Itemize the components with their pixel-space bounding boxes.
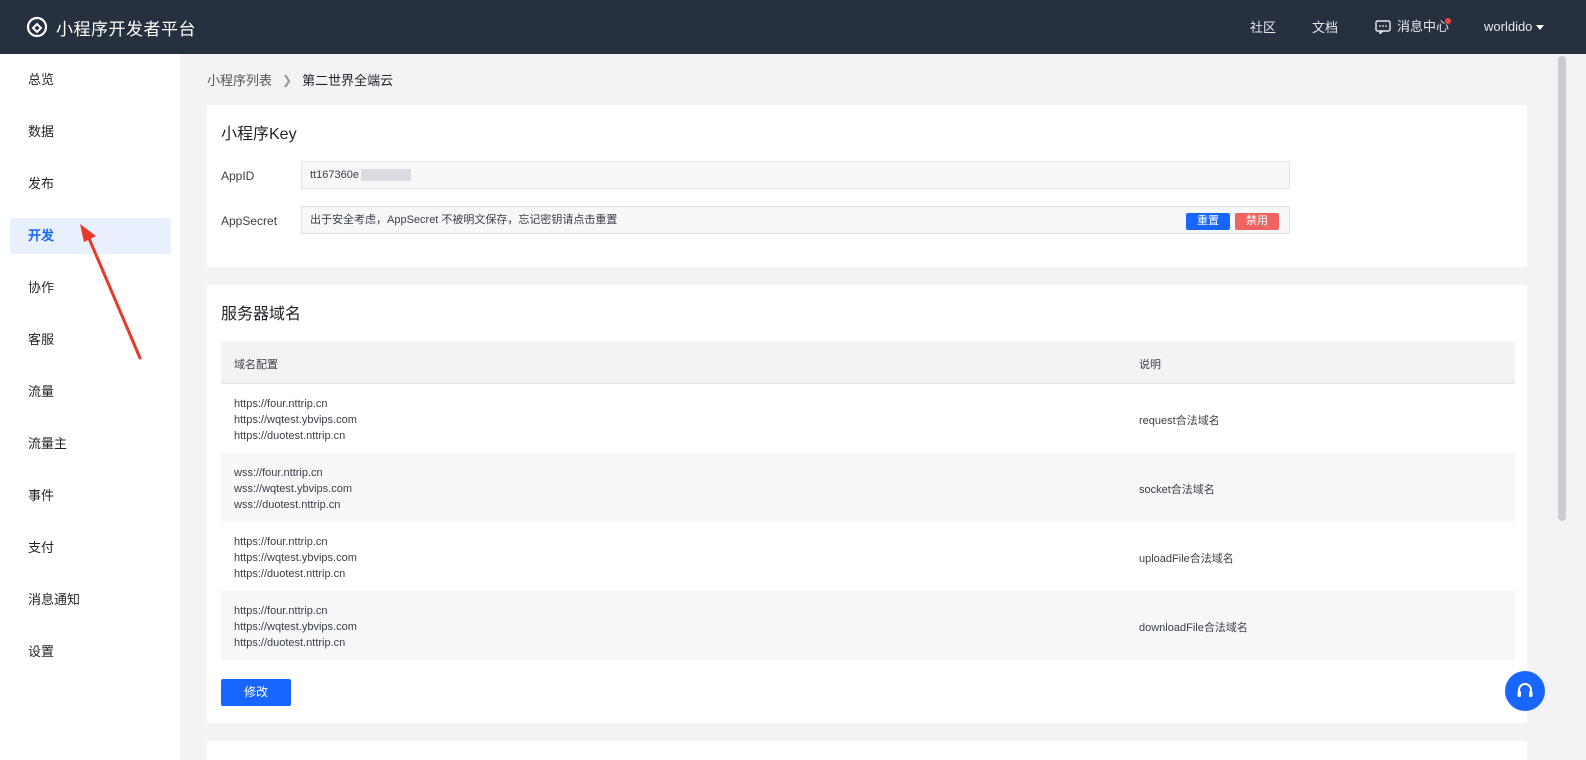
message-center-label: 消息中心	[1397, 19, 1450, 34]
sidebar-item-notifications[interactable]: 消息通知	[10, 582, 171, 618]
appid-value: tt167360e	[310, 169, 359, 181]
sidebar-item-traffic[interactable]: 流量	[10, 374, 171, 410]
domain-url: https://wqtest.ybvips.com	[234, 414, 357, 426]
domain-url: wss://duotest.nttrip.cn	[234, 499, 341, 511]
sidebar-item-events[interactable]: 事件	[10, 478, 171, 514]
brand[interactable]: 小程序开发者平台	[26, 0, 196, 54]
table-row: https://four.nttrip.cn https://wqtest.yb…	[221, 384, 1515, 453]
server-domain-card: 服务器域名 域名配置 说明 https://four.nttrip.cn htt…	[207, 285, 1527, 723]
column-header-domain: 域名配置	[234, 359, 278, 371]
platform-logo-icon	[26, 16, 48, 38]
breadcrumb-current: 第二世界全端云	[302, 73, 394, 88]
message-center-link[interactable]: 消息中心	[1375, 0, 1449, 54]
domain-url: https://four.nttrip.cn	[234, 605, 328, 617]
domain-url: https://duotest.nttrip.cn	[234, 637, 346, 649]
platform-title: 小程序开发者平台	[56, 19, 196, 39]
appid-label: AppID	[221, 169, 255, 183]
sidebar-item-data[interactable]: 数据	[10, 114, 171, 150]
chevron-down-icon	[1536, 24, 1545, 30]
headset-icon	[1517, 683, 1533, 697]
appsecret-field: 出于安全考虑，AppSecret 不被明文保存，忘记密钥请点击重置 重置 禁用	[301, 206, 1290, 234]
sidebar-item-publish[interactable]: 发布	[10, 166, 171, 202]
sidebar-item-customer-service[interactable]: 客服	[10, 322, 171, 358]
domain-desc: socket合法域名	[1139, 484, 1215, 496]
top-navigation-bar: 小程序开发者平台 社区 文档 消息中心 worldido	[0, 0, 1586, 54]
message-icon	[1375, 20, 1391, 34]
domain-url: https://four.nttrip.cn	[234, 536, 328, 548]
page-scrollbar[interactable]	[1556, 54, 1568, 760]
domain-desc: request合法域名	[1139, 415, 1220, 427]
edit-domains-button[interactable]: 修改	[221, 679, 291, 706]
appsecret-label: AppSecret	[221, 214, 278, 228]
app-key-title: 小程序Key	[221, 126, 297, 143]
reset-secret-button[interactable]: 重置	[1186, 213, 1230, 230]
domain-url: https://wqtest.ybvips.com	[234, 621, 357, 633]
domain-url: https://wqtest.ybvips.com	[234, 552, 357, 564]
scrollbar-thumb[interactable]	[1558, 56, 1566, 521]
sidebar: 总览 数据 发布 开发 协作 客服 流量 流量主 事件 支付 消息通知 设置	[0, 54, 180, 760]
domain-table: 域名配置 说明 https://four.nttrip.cn https://w…	[221, 341, 1515, 660]
sidebar-item-settings[interactable]: 设置	[10, 634, 171, 670]
domain-url: https://duotest.nttrip.cn	[234, 568, 346, 580]
domain-url: https://four.nttrip.cn	[234, 398, 328, 410]
app-key-card: 小程序Key AppID tt167360e AppSecret 出于安全考虑，…	[207, 105, 1527, 267]
domain-desc: uploadFile合法域名	[1139, 553, 1234, 565]
redacted-mask	[360, 169, 411, 182]
breadcrumb: 小程序列表 ❯ 第二世界全端云	[207, 70, 393, 89]
table-row: wss://four.nttrip.cn wss://wqtest.ybvips…	[221, 453, 1515, 522]
next-card	[207, 741, 1527, 760]
sidebar-item-payment[interactable]: 支付	[10, 530, 171, 566]
chevron-right-icon: ❯	[282, 72, 293, 87]
table-header: 域名配置 说明	[221, 341, 1515, 384]
table-row: https://four.nttrip.cn https://wqtest.yb…	[221, 522, 1515, 591]
customer-support-button[interactable]	[1505, 671, 1545, 711]
sidebar-item-traffic-owner[interactable]: 流量主	[10, 426, 171, 462]
domain-url: https://duotest.nttrip.cn	[234, 430, 346, 442]
breadcrumb-parent-link[interactable]: 小程序列表	[207, 70, 272, 89]
appsecret-note: 出于安全考虑，AppSecret 不被明文保存，忘记密钥请点击重置	[310, 214, 618, 226]
user-menu[interactable]: worldido	[1484, 0, 1545, 54]
table-row: https://four.nttrip.cn https://wqtest.yb…	[221, 591, 1515, 660]
username: worldido	[1484, 19, 1533, 34]
docs-link[interactable]: 文档	[1312, 0, 1338, 54]
server-domain-title: 服务器域名	[221, 306, 302, 323]
community-link[interactable]: 社区	[1250, 0, 1276, 54]
domain-url: wss://wqtest.ybvips.com	[234, 483, 352, 495]
appid-field[interactable]: tt167360e	[301, 161, 1290, 189]
domain-url: wss://four.nttrip.cn	[234, 467, 323, 479]
sidebar-item-develop[interactable]: 开发	[10, 218, 171, 254]
sidebar-item-collaborate[interactable]: 协作	[10, 270, 171, 306]
sidebar-item-overview[interactable]: 总览	[10, 62, 171, 98]
column-header-desc: 说明	[1139, 359, 1161, 371]
disable-secret-button[interactable]: 禁用	[1235, 213, 1279, 230]
unread-dot	[1445, 18, 1451, 24]
domain-desc: downloadFile合法域名	[1139, 622, 1248, 634]
